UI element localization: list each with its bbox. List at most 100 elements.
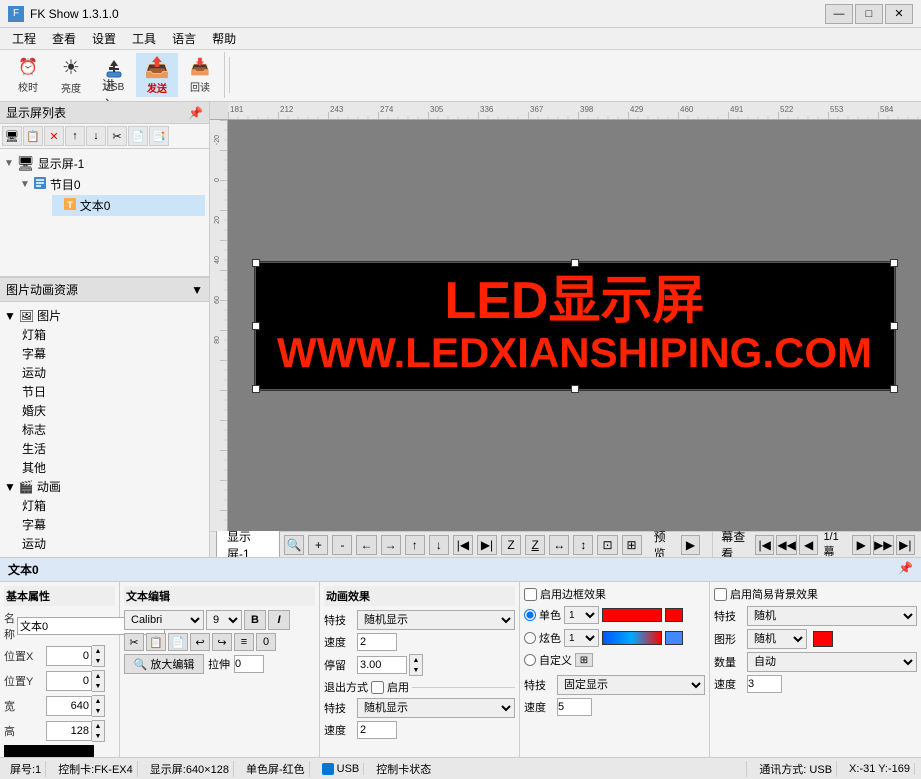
border-speed-input[interactable] bbox=[557, 698, 592, 716]
resize-handle-br[interactable] bbox=[890, 385, 898, 393]
exit-enabled-checkbox[interactable] bbox=[371, 681, 384, 694]
curtain-btn-next2[interactable]: ▶▶ bbox=[873, 535, 893, 555]
curtain-btn-next[interactable]: ▶ bbox=[852, 535, 872, 555]
res-item-other[interactable]: 其他 bbox=[18, 458, 205, 477]
canvas-content[interactable]: LED显示屏 WWW.LEDXIANSHIPING.COM bbox=[228, 120, 921, 531]
stretch-input[interactable] bbox=[234, 655, 264, 673]
res-group-images-label[interactable]: ▼ 🖼 图片 bbox=[4, 306, 205, 325]
tree-item-program[interactable]: ▼ 节目0 bbox=[20, 174, 205, 195]
prop-height-input[interactable] bbox=[46, 721, 92, 741]
canvas-btn-grid[interactable]: ⊡ bbox=[597, 535, 617, 555]
close-button[interactable]: ✕ bbox=[885, 4, 913, 24]
canvas-btn-first[interactable]: |◀ bbox=[453, 535, 473, 555]
border-custom-grid-btn[interactable]: ⊞ bbox=[575, 653, 593, 667]
border-radio-fancy[interactable] bbox=[524, 632, 536, 644]
bg-tech-select[interactable]: 随机 bbox=[747, 606, 917, 626]
resources-header[interactable]: 图片动画资源 ▼ bbox=[0, 277, 209, 302]
border-radio-custom[interactable] bbox=[524, 654, 536, 666]
prop-posy-dn[interactable]: ▼ bbox=[92, 681, 104, 691]
res-item-holiday[interactable]: 节日 bbox=[18, 382, 205, 401]
prop-width-input[interactable] bbox=[46, 696, 92, 716]
font-name-select[interactable]: Calibri bbox=[124, 610, 204, 630]
dl-btn-delete[interactable]: ✕ bbox=[44, 126, 64, 146]
res-anim-lightbox[interactable]: 灯箱 bbox=[18, 496, 205, 515]
canvas-btn-zoom-reset[interactable]: 🔍 bbox=[284, 535, 304, 555]
toolbar-btn-brightness[interactable]: ☀ 亮度 bbox=[50, 53, 92, 97]
res-item-lightbox[interactable]: 灯箱 bbox=[18, 325, 205, 344]
prop-posx-dn[interactable]: ▼ bbox=[92, 656, 104, 666]
menu-item-help[interactable]: 帮助 bbox=[204, 28, 244, 49]
res-item-wedding[interactable]: 婚庆 bbox=[18, 401, 205, 420]
border-tech-select[interactable]: 固定显示 bbox=[557, 675, 705, 695]
tree-item-text[interactable]: ▶ T 文本0 bbox=[52, 195, 205, 216]
resize-handle-tc[interactable] bbox=[571, 259, 579, 267]
prop-height-up[interactable]: ▲ bbox=[92, 721, 104, 731]
menu-item-tools[interactable]: 工具 bbox=[124, 28, 164, 49]
text-btn-copy[interactable]: 📋 bbox=[146, 633, 166, 651]
menu-item-settings[interactable]: 设置 bbox=[84, 28, 124, 49]
canvas-btn-down[interactable]: ↓ bbox=[429, 535, 449, 555]
text-btn-zero[interactable]: 0 bbox=[256, 633, 276, 651]
text-btn-align[interactable]: ≡ bbox=[234, 633, 254, 651]
expand-edit-btn[interactable]: 🔍 放大编辑 bbox=[124, 654, 204, 674]
anim-pause-input[interactable] bbox=[357, 656, 407, 674]
prop-width-up[interactable]: ▲ bbox=[92, 696, 104, 706]
led-display[interactable]: LED显示屏 WWW.LEDXIANSHIPING.COM bbox=[255, 262, 895, 390]
dl-btn-extra[interactable]: 📑 bbox=[149, 126, 169, 146]
resize-handle-bl[interactable] bbox=[252, 385, 260, 393]
border-radio-solid[interactable] bbox=[524, 609, 536, 621]
toolbar-btn-read[interactable]: 📥 回读 bbox=[179, 53, 221, 97]
prop-posy-up[interactable]: ▲ bbox=[92, 671, 104, 681]
canvas-btn-hflip[interactable]: ↔ bbox=[549, 535, 569, 555]
dl-btn-paste[interactable]: 📄 bbox=[128, 126, 148, 146]
res-item-subtitle[interactable]: 字幕 bbox=[18, 344, 205, 363]
res-item-logo[interactable]: 标志 bbox=[18, 420, 205, 439]
maximize-button[interactable]: □ bbox=[855, 4, 883, 24]
curtain-btn-prev2[interactable]: ◀◀ bbox=[776, 535, 796, 555]
res-anim-subtitle[interactable]: 字幕 bbox=[18, 515, 205, 534]
exit-tech-select[interactable]: 随机显示 bbox=[357, 698, 515, 718]
resize-handle-tr[interactable] bbox=[890, 259, 898, 267]
bg-count-select[interactable]: 自动 bbox=[747, 652, 917, 672]
menu-item-view[interactable]: 查看 bbox=[44, 28, 84, 49]
border-solid-select[interactable]: 1 bbox=[564, 606, 599, 624]
canvas-btn-next[interactable]: ▶| bbox=[477, 535, 497, 555]
dl-btn-cut[interactable]: ✂ bbox=[107, 126, 127, 146]
border-fancy-select[interactable]: 1 bbox=[564, 629, 599, 647]
border-solid-color-swatch[interactable] bbox=[665, 608, 683, 622]
preview-play-btn[interactable]: ▶ bbox=[681, 535, 701, 555]
res-group-anim-label[interactable]: ▼ 🎬 动画 bbox=[4, 477, 205, 496]
prop-posy-input[interactable] bbox=[46, 671, 92, 691]
exit-speed-input[interactable] bbox=[357, 721, 397, 739]
curtain-btn-last[interactable]: ▶| bbox=[896, 535, 916, 555]
bg-shape-select[interactable]: 随机 bbox=[747, 629, 807, 649]
res-item-sports[interactable]: 运动 bbox=[18, 363, 205, 382]
text-btn-cut[interactable]: ✂ bbox=[124, 633, 144, 651]
border-fancy-color-swatch[interactable] bbox=[665, 631, 683, 645]
bg-shape-color[interactable] bbox=[813, 631, 833, 647]
italic-button[interactable]: I bbox=[268, 610, 290, 630]
text-btn-undo[interactable]: ↩ bbox=[190, 633, 210, 651]
font-size-select[interactable]: 9 bbox=[206, 610, 242, 630]
dl-btn-down[interactable]: ↓ bbox=[86, 126, 106, 146]
bold-button[interactable]: B bbox=[244, 610, 266, 630]
resize-handle-bc[interactable] bbox=[571, 385, 579, 393]
canvas-btn-zoom-in[interactable]: + bbox=[308, 535, 328, 555]
canvas-btn-zoom-out[interactable]: - bbox=[332, 535, 352, 555]
tree-item-screen[interactable]: ▼ 🖥 显示屏-1 bbox=[4, 153, 205, 174]
canvas-btn-grid2[interactable]: ⊞ bbox=[622, 535, 642, 555]
canvas-btn-left[interactable]: ← bbox=[356, 535, 376, 555]
bg-enabled-checkbox[interactable] bbox=[714, 588, 727, 601]
canvas-viewport[interactable]: -20 0 20 40 60 80 bbox=[210, 120, 921, 531]
menu-item-project[interactable]: 工程 bbox=[4, 28, 44, 49]
prop-width-dn[interactable]: ▼ bbox=[92, 706, 104, 716]
menu-item-language[interactable]: 语言 bbox=[164, 28, 204, 49]
text-btn-redo[interactable]: ↪ bbox=[212, 633, 232, 651]
anim-tech-select[interactable]: 随机显示 bbox=[357, 610, 515, 630]
border-enabled-checkbox[interactable] bbox=[524, 588, 537, 601]
minimize-button[interactable]: — bbox=[825, 4, 853, 24]
prop-posx-input[interactable] bbox=[46, 646, 92, 666]
canvas-btn-z2[interactable]: Z bbox=[525, 535, 545, 555]
pause-spin-up[interactable]: ▲ bbox=[410, 655, 422, 665]
dl-btn-up[interactable]: ↑ bbox=[65, 126, 85, 146]
